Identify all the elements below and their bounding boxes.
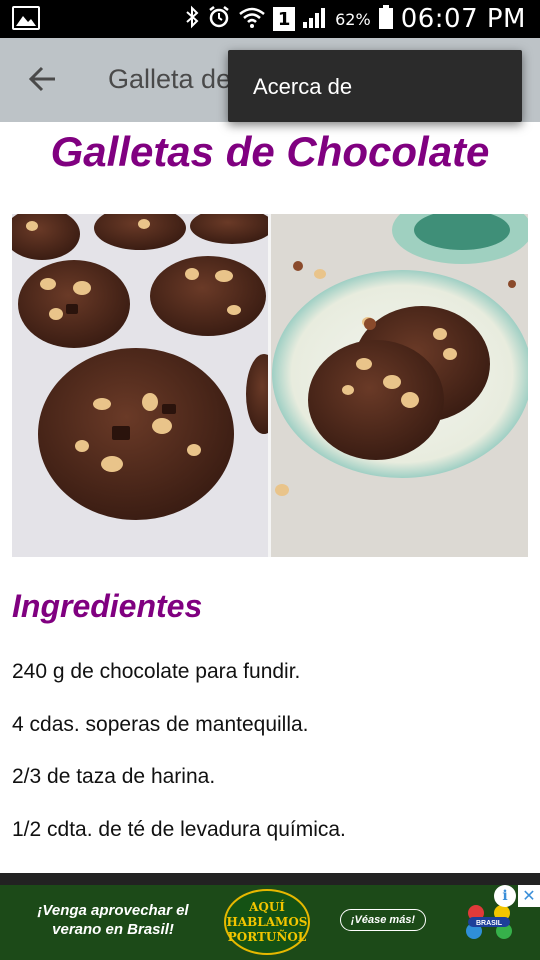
ingredient-item: 240 g de chocolate para fundir.	[12, 660, 301, 683]
status-icons: 1 62% 06:07 PM	[185, 3, 526, 35]
recipe-photo	[12, 214, 528, 557]
status-bar: 1 62% 06:07 PM	[0, 0, 540, 38]
info-icon[interactable]: i	[494, 885, 516, 907]
ingredient-item: 2/3 de taza de harina.	[12, 765, 216, 788]
ingredients-heading: Ingredientes	[12, 588, 203, 624]
alarm-icon	[207, 5, 231, 34]
signal-icon	[303, 6, 327, 33]
ad-logo: AQUÍ HABLAMOS PORTUÑOL	[224, 889, 310, 955]
gallery-icon	[12, 6, 40, 30]
ad-cta-button[interactable]: ¡Véase más!	[340, 909, 426, 931]
battery-icon	[378, 4, 393, 34]
ad-brand-text: BRASIL	[476, 920, 503, 927]
sim-badge: 1	[273, 7, 296, 31]
menu-item-acerca-de[interactable]: Acerca de	[253, 74, 352, 100]
ad-divider	[0, 873, 540, 885]
page-title: Galletas de Chocolate	[50, 128, 490, 175]
overflow-menu: Acerca de	[228, 50, 522, 122]
ingredient-item: 4 cdas. soperas de mantequilla.	[12, 713, 309, 736]
close-icon[interactable]: ✕	[518, 885, 540, 907]
wifi-icon	[239, 5, 265, 34]
battery-percent: 62%	[335, 9, 371, 29]
ad-brand-logo: BRASIL	[462, 901, 516, 941]
clock: 06:07 PM	[400, 4, 526, 34]
ingredient-item: 1/2 cdta. de té de levadura química.	[12, 818, 346, 841]
arrow-left-icon[interactable]	[26, 62, 60, 96]
ad-banner[interactable]: ¡Venga aprovechar el verano en Brasil! A…	[0, 873, 540, 960]
bluetooth-icon	[185, 5, 199, 34]
ad-headline: ¡Venga aprovechar el verano en Brasil!	[37, 902, 189, 938]
app-bar-title: Galleta de	[108, 64, 232, 94]
